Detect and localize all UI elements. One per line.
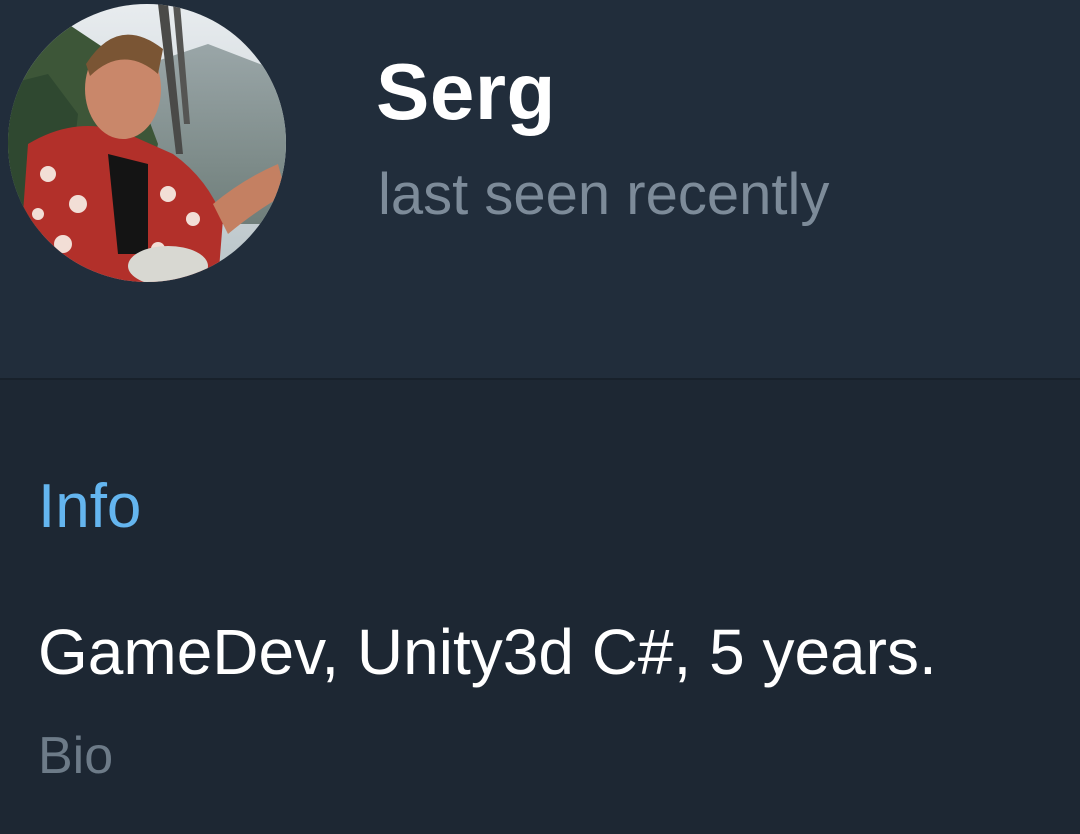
profile-name: Serg <box>376 47 556 136</box>
bio-value[interactable]: GameDev, Unity3d C#, 5 years. <box>38 620 937 684</box>
avatar[interactable] <box>8 4 286 282</box>
last-seen-status: last seen recently <box>378 162 830 227</box>
info-section-title: Info <box>38 472 142 541</box>
bio-label: Bio <box>38 727 114 785</box>
avatar-photo <box>8 4 286 282</box>
info-section <box>0 380 1080 834</box>
